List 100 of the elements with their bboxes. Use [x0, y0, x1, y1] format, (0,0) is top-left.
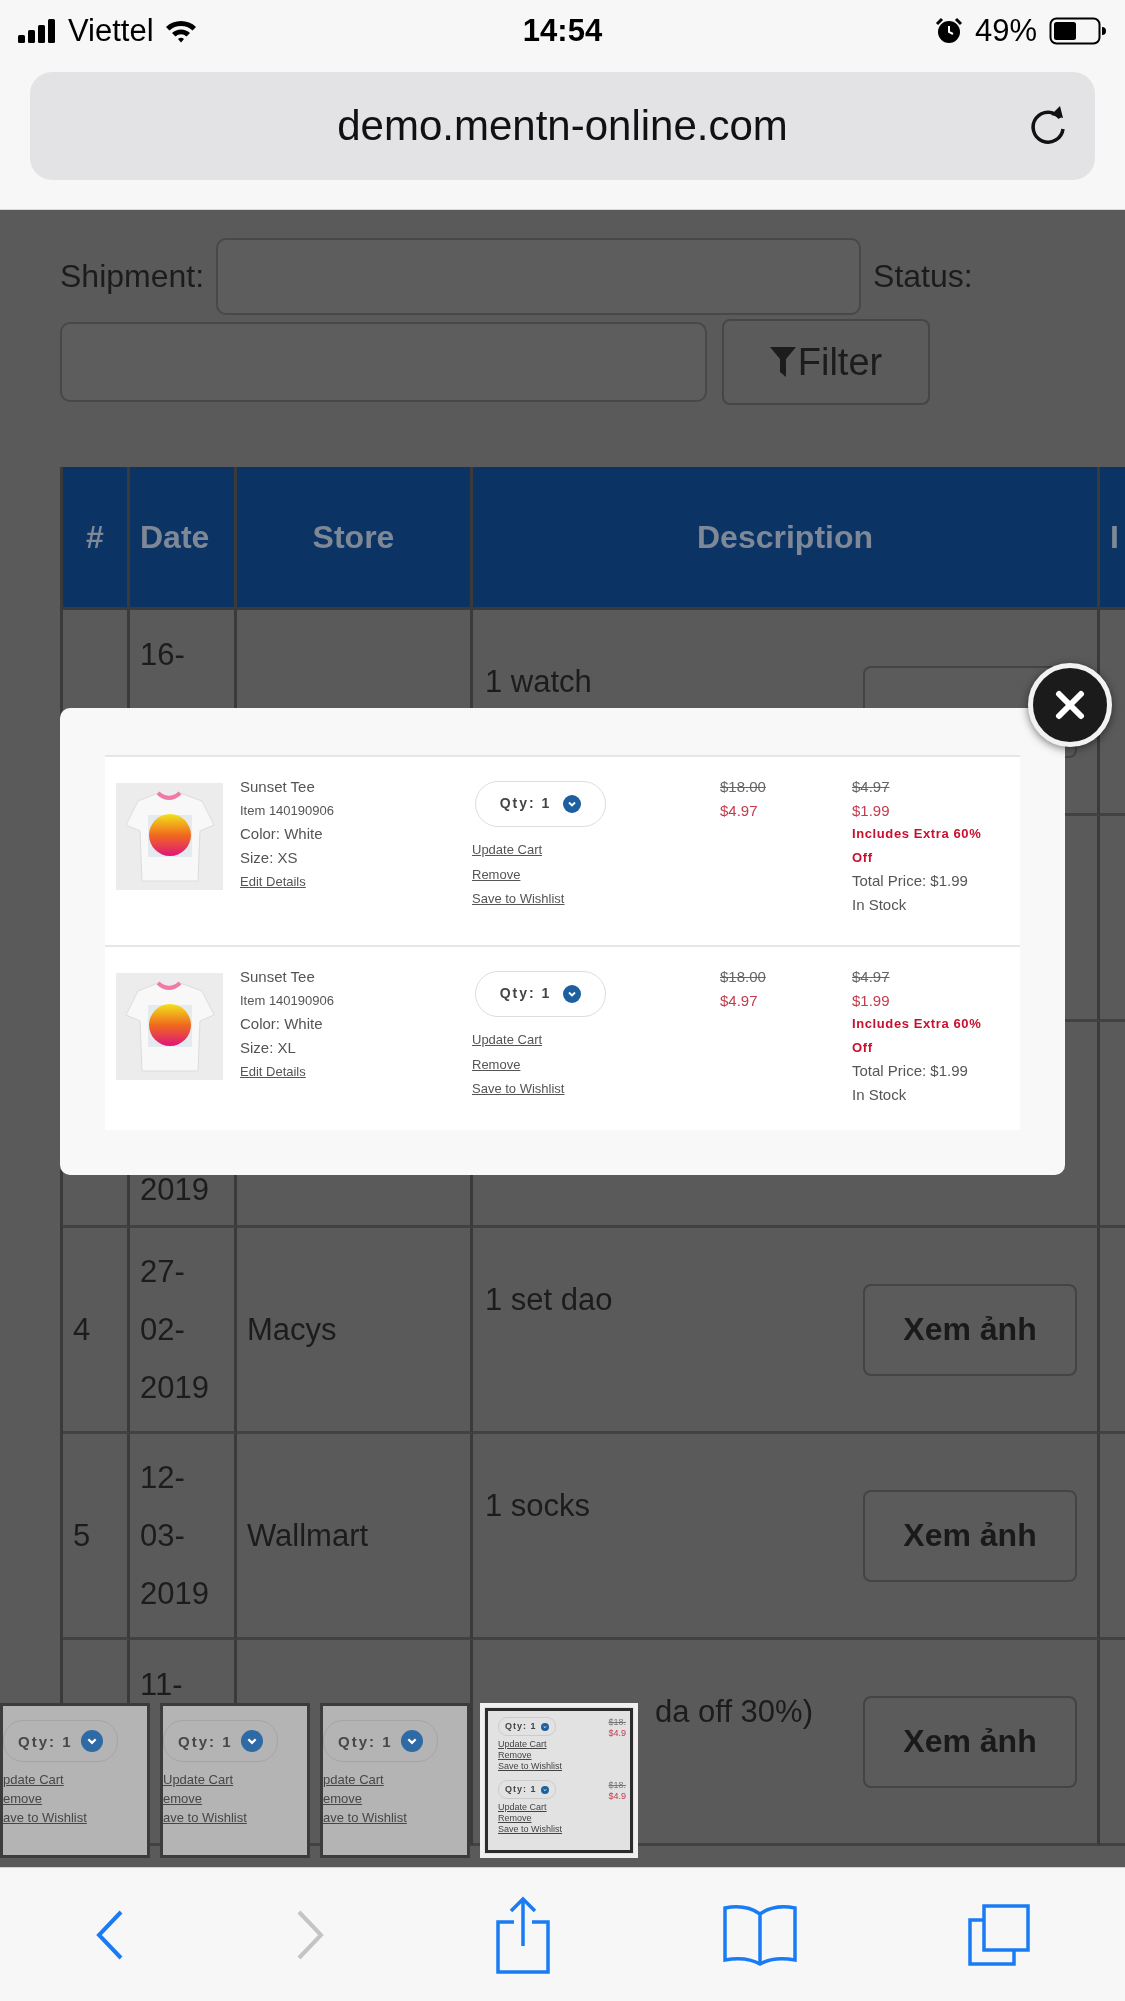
- cart-action-link[interactable]: Update Cart: [472, 1032, 543, 1047]
- original-price: $18.00: [720, 967, 767, 987]
- previous-price: $4.97: [852, 967, 891, 987]
- row-number: 5: [73, 1516, 92, 1555]
- funnel-icon: [769, 347, 796, 377]
- store-cell-text: Wallmart: [247, 1516, 370, 1555]
- date-cell-text: 2019: [140, 1171, 210, 1209]
- url-text: demo.mentn-online.com: [337, 102, 788, 150]
- cart-action-link[interactable]: Update Cart: [472, 842, 543, 857]
- thumbnail[interactable]: Qty: 1 Update Cart Remove Save to Wishlist $18. $4.9 Qty: 1 Update Cart Remove Save to Wishlist $18. $4.9: [480, 1703, 638, 1858]
- cart-action-link: ave to Wishlist: [163, 1810, 247, 1825]
- quantity-dropdown: Qty: 1: [498, 1717, 556, 1736]
- total-price: Total Price: $1.99: [852, 871, 969, 891]
- row-number: 4: [73, 1310, 92, 1349]
- stock-status: In Stock: [852, 1084, 908, 1105]
- stock-status: In Stock: [852, 894, 908, 915]
- chevron-down-icon: [563, 795, 582, 813]
- close-icon: [1055, 690, 1085, 720]
- cart-action-link: pdate Cart: [3, 1772, 64, 1787]
- quantity-dropdown: Qty: 1: [498, 1780, 556, 1799]
- quantity-dropdown[interactable]: Qty: 1: [475, 971, 606, 1017]
- cart-action-link: Remove: [498, 1813, 532, 1823]
- cart-action-link: emove: [163, 1791, 203, 1806]
- total-price: Total Price: $1.99: [852, 1061, 969, 1081]
- date-cell-text: 11-: [140, 1666, 184, 1704]
- chevron-down-icon: [400, 1730, 423, 1752]
- date-cell-text: 12-03-2019: [140, 1458, 210, 1613]
- cart-action-link[interactable]: Save to Wishlist: [472, 1081, 565, 1096]
- cart-action-link: ave to Wishlist: [3, 1810, 87, 1825]
- description-cell-text: da off 30%): [655, 1693, 813, 1731]
- description-cell-text: 1 socks: [485, 1487, 591, 1525]
- cart-action-link: Save to Wishlist: [498, 1824, 563, 1834]
- clock-time: 14:54: [522, 13, 603, 49]
- chevron-down-icon: [540, 1785, 549, 1794]
- column-header: Store: [312, 518, 395, 556]
- cart-action-link: pdate Cart: [323, 1772, 384, 1787]
- cart-action-link: Save to Wishlist: [498, 1761, 563, 1771]
- battery-percent: 49%: [974, 13, 1037, 49]
- product-size: Size: XL: [240, 1037, 297, 1058]
- edit-details-link[interactable]: Edit Details: [240, 874, 306, 889]
- column-header: #: [86, 518, 104, 556]
- final-price: $1.99: [852, 800, 891, 821]
- cart-action-link: ave to Wishlist: [323, 1810, 407, 1825]
- tabs-button[interactable]: [968, 1903, 1031, 1966]
- bookmarks-button[interactable]: [722, 1903, 799, 1966]
- status-label: Status:: [873, 258, 973, 295]
- date-cell-text: 27-02-2019: [140, 1252, 210, 1407]
- column-header: Date: [140, 518, 210, 556]
- description-cell-text: 1 watch: [485, 663, 592, 701]
- promo-text: Includes Extra 60% Off: [852, 1015, 983, 1057]
- edit-details-link[interactable]: Edit Details: [240, 1064, 306, 1079]
- price-text: $18.: [608, 1780, 626, 1790]
- share-icon: [494, 1895, 553, 1974]
- address-bar[interactable]: demo.mentn-online.com: [30, 72, 1095, 180]
- signal-icon: [18, 19, 58, 43]
- back-button[interactable]: [94, 1908, 125, 1961]
- product-name: Sunset Tee: [240, 967, 316, 987]
- thumbnail[interactable]: Qty: 1 pdate Cart emove ave to Wishlist: [320, 1703, 470, 1858]
- product-color: Color: White: [240, 824, 324, 844]
- carrier-name: Viettel: [68, 13, 154, 49]
- final-price: $1.99: [852, 990, 891, 1011]
- quantity-dropdown[interactable]: Qty: 1: [475, 781, 606, 827]
- quantity-dropdown: Qty: 1: [323, 1720, 438, 1762]
- chevron-left-icon: [94, 1908, 125, 1961]
- chevron-down-icon: [80, 1730, 103, 1752]
- cart-action-link[interactable]: Remove: [472, 866, 521, 882]
- promo-text: Includes Extra 60% Off: [852, 825, 983, 867]
- book-icon: [722, 1903, 799, 1966]
- sale-price: $4.97: [720, 990, 759, 1011]
- price-text: $4.9: [608, 1791, 626, 1801]
- chevron-down-icon: [540, 1722, 549, 1731]
- chevron-down-icon: [563, 985, 582, 1003]
- cart-action-link: Update Cart: [163, 1772, 234, 1787]
- item-number: Item 140190906: [240, 991, 335, 1010]
- column-header: I: [1110, 518, 1119, 556]
- original-price: $18.00: [720, 777, 767, 797]
- chevron-down-icon: [240, 1730, 263, 1752]
- cart-action-link: emove: [323, 1791, 363, 1806]
- cart-action-link: Update Cart: [498, 1802, 547, 1812]
- cart-action-link[interactable]: Remove: [472, 1056, 521, 1072]
- close-button[interactable]: [1028, 663, 1112, 747]
- shipment-label: Shipment:: [60, 258, 205, 295]
- quantity-dropdown: Qty: 1: [163, 1720, 278, 1762]
- previous-price: $4.97: [852, 777, 891, 797]
- column-header: Description: [697, 518, 873, 556]
- cart-action-link: Remove: [498, 1750, 532, 1760]
- thumbnail[interactable]: Qty: 1 pdate Cart emove ave to Wishlist: [0, 1703, 150, 1858]
- cart-action-link: emove: [3, 1791, 43, 1806]
- alarm-icon: [934, 17, 963, 45]
- share-button[interactable]: [494, 1895, 553, 1974]
- product-color: Color: White: [240, 1014, 324, 1034]
- product-name: Sunset Tee: [240, 777, 316, 797]
- price-text: $18.: [608, 1717, 626, 1727]
- description-cell-text: 1 set dao: [485, 1281, 613, 1319]
- cart-action-link[interactable]: Save to Wishlist: [472, 891, 565, 906]
- tabs-icon: [968, 1903, 1031, 1966]
- price-text: $4.9: [608, 1728, 626, 1738]
- item-number: Item 140190906: [240, 801, 335, 820]
- thumbnail[interactable]: Qty: 1 Update Cart emove ave to Wishlist: [160, 1703, 310, 1858]
- battery-icon: [1049, 17, 1107, 45]
